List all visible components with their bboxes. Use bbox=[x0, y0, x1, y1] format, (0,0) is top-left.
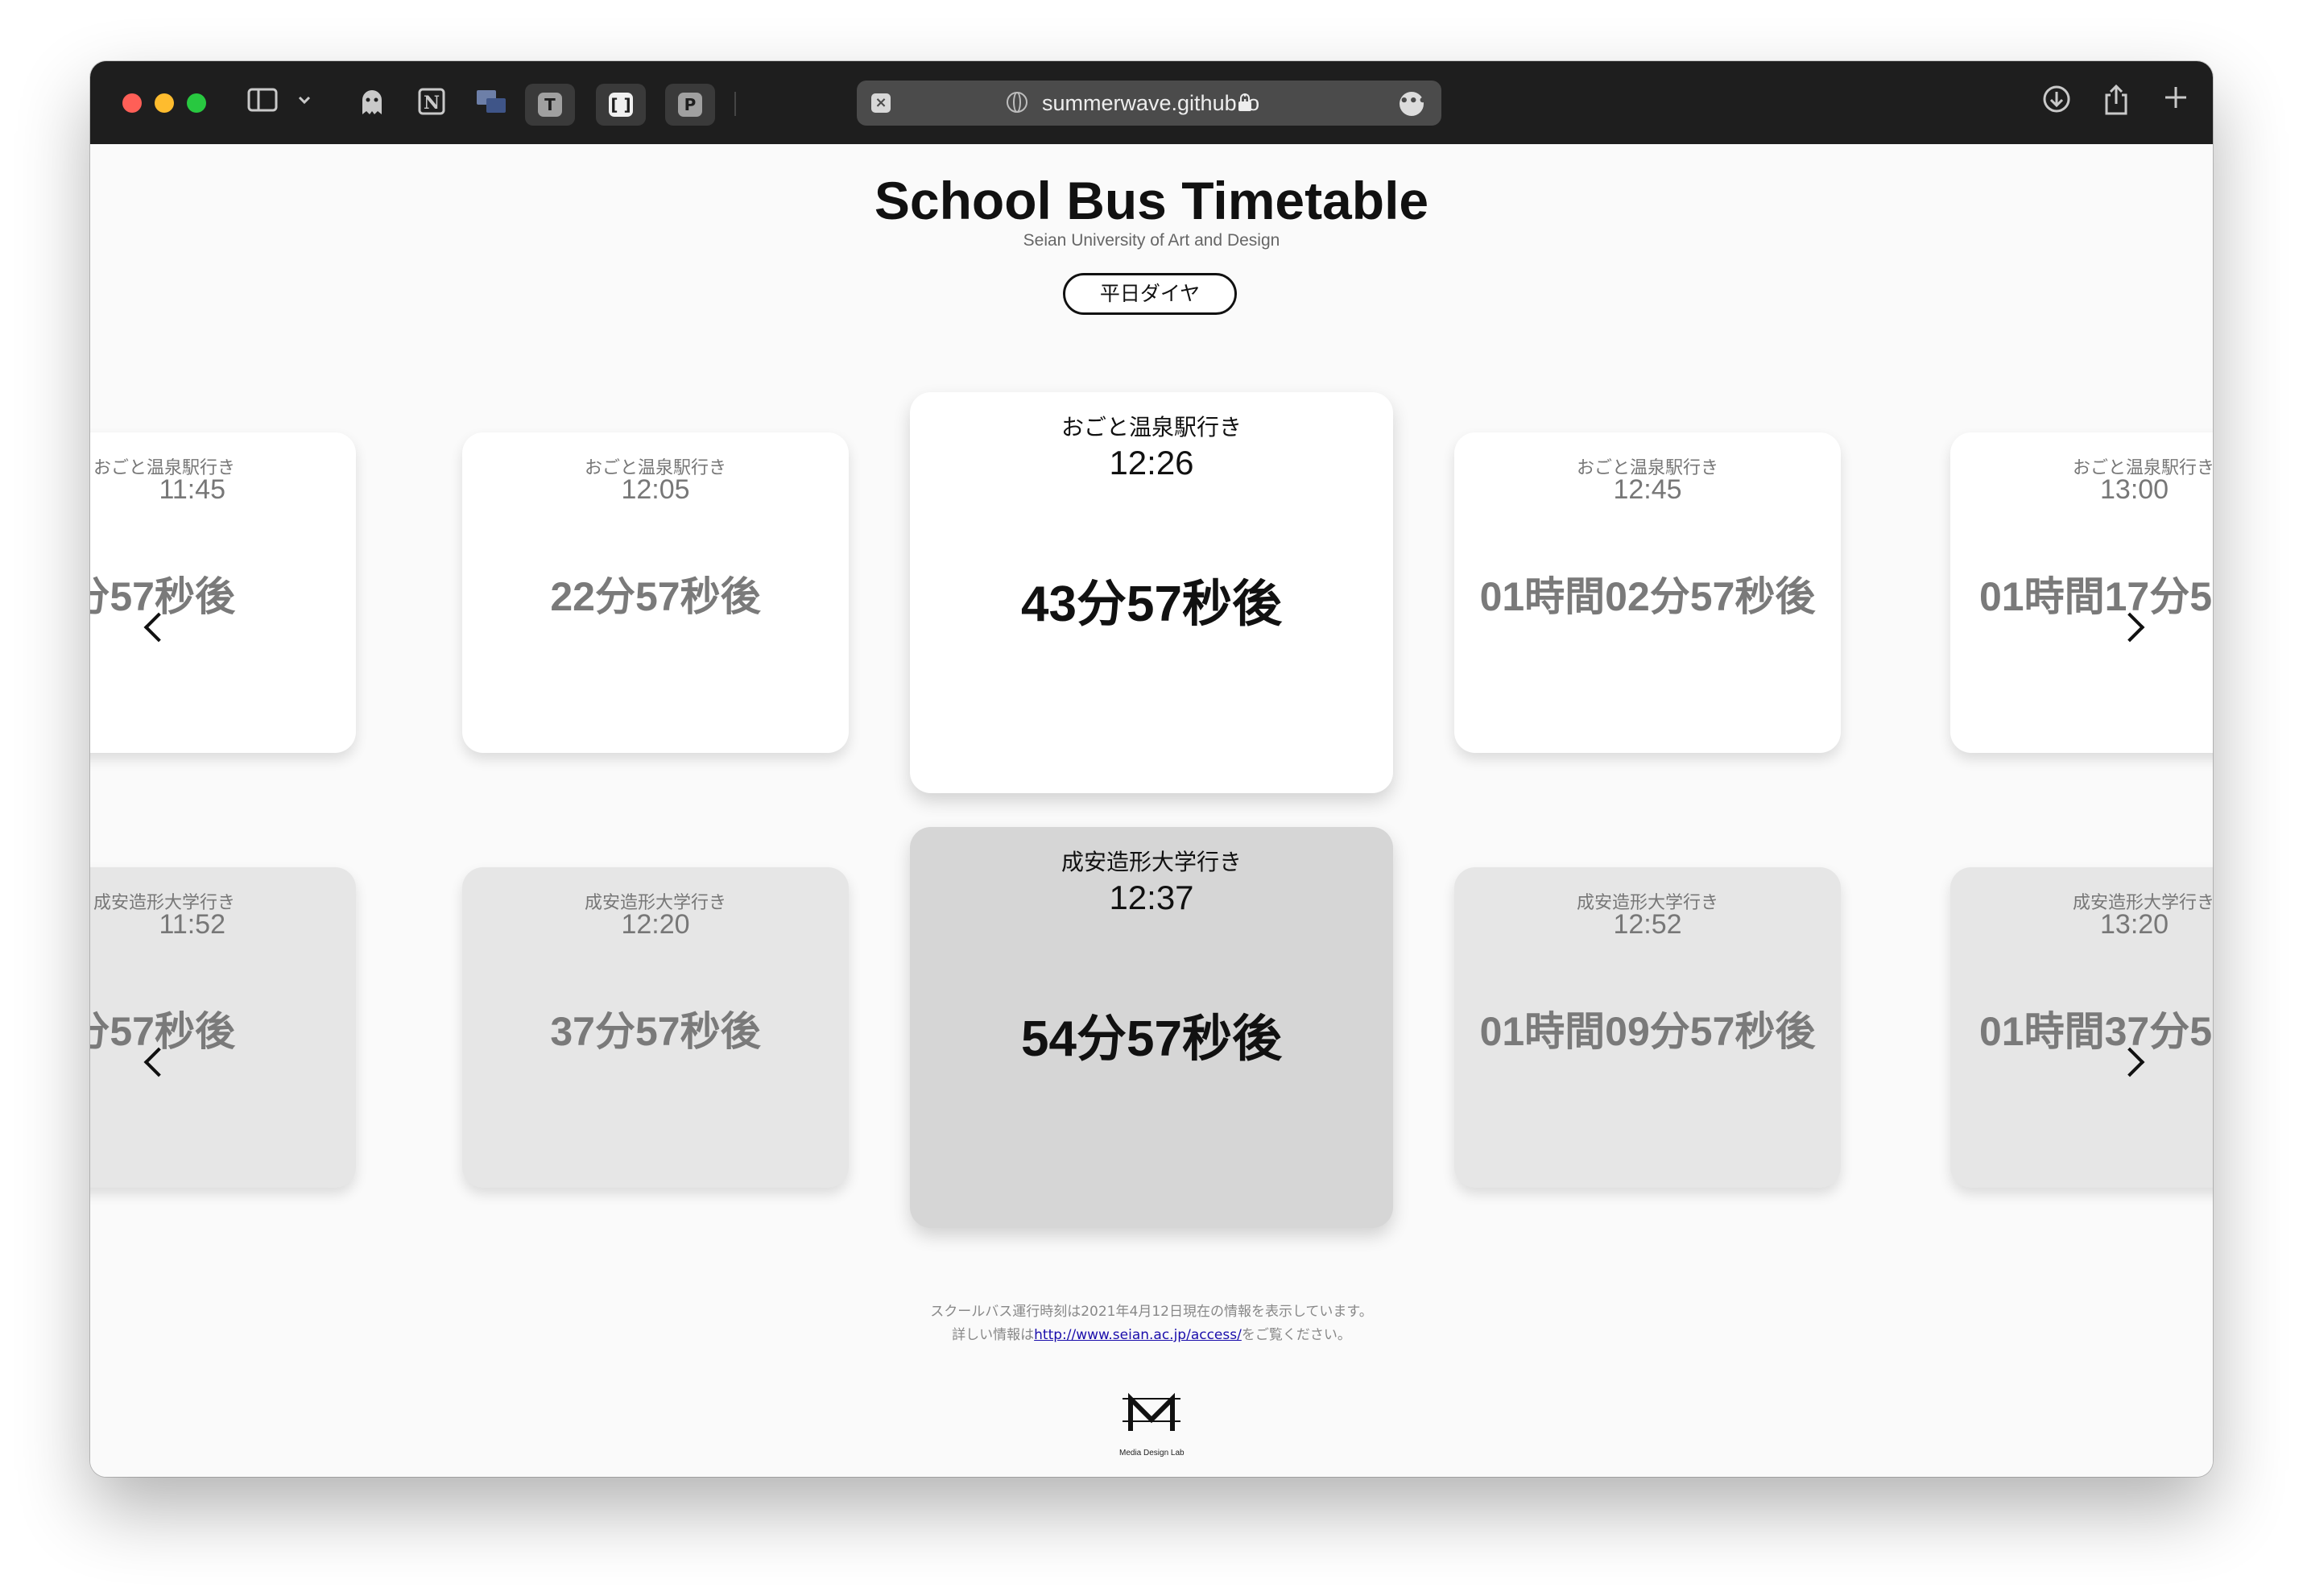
departure-time: 13:20 bbox=[2100, 909, 2169, 940]
departure-time: 12:52 bbox=[1613, 909, 1682, 940]
page-content: School Bus Timetable Seian University of… bbox=[90, 144, 2213, 1477]
svg-text:N: N bbox=[424, 93, 440, 114]
schedule-toggle-button[interactable]: 平日ダイヤ bbox=[1063, 273, 1237, 315]
bracket-extension-icon[interactable]: [ ] bbox=[596, 84, 646, 126]
countdown: 22分57秒後 bbox=[550, 574, 761, 619]
url-text[interactable]: summerwave.github.io bbox=[1042, 90, 1259, 116]
countdown: 43分57秒後 bbox=[1021, 577, 1282, 632]
countdown: 37分57秒後 bbox=[550, 1009, 761, 1054]
share-icon[interactable] bbox=[2098, 84, 2134, 125]
destination-label: おごと温泉駅行き bbox=[1061, 414, 1242, 440]
t-extension-icon[interactable]: T bbox=[525, 84, 575, 126]
notion-icon[interactable]: N bbox=[416, 87, 448, 119]
countdown: 01時間37分57秒後 bbox=[1979, 1009, 2213, 1054]
globe-icon bbox=[1007, 92, 1027, 113]
bus-card-current[interactable]: おごと温泉駅行き 12:26 43分57秒後 bbox=[910, 392, 1393, 793]
departure-time: 12:45 bbox=[1613, 474, 1682, 505]
bus-card[interactable]: 成安造形大学行き 13:20 01時間37分57秒後 bbox=[1950, 867, 2213, 1188]
download-icon[interactable] bbox=[2039, 84, 2074, 123]
destination-label: 成安造形大学行き bbox=[1061, 849, 1242, 875]
new-tab-icon[interactable] bbox=[2158, 84, 2193, 120]
close-window-button[interactable] bbox=[122, 93, 142, 113]
ghost-icon[interactable] bbox=[356, 87, 388, 119]
logo-caption: Media Design Lab bbox=[1119, 1449, 1185, 1457]
departure-time: 11:52 bbox=[159, 909, 225, 940]
bus-card[interactable]: 成安造形大学行き 12:20 37分57秒後 bbox=[462, 867, 849, 1188]
bus-card[interactable]: おごと温泉駅行き 12:45 01時間02分57秒後 bbox=[1454, 432, 1841, 753]
bus-card[interactable]: おごと温泉駅行き 12:05 22分57秒後 bbox=[462, 432, 849, 753]
p-extension-icon[interactable]: P bbox=[665, 84, 715, 126]
browser-toolbar: N T [ ] P × summerwave.github.io ••• bbox=[90, 61, 2213, 144]
more-options-icon[interactable]: ••• bbox=[1400, 92, 1428, 116]
bus-card[interactable]: 成安造形大学行き 12:52 01時間09分57秒後 bbox=[1454, 867, 1841, 1188]
countdown: 01時間17分57秒後 bbox=[1979, 574, 2213, 619]
departure-time: 12:05 bbox=[621, 474, 690, 505]
countdown: 01時間09分57秒後 bbox=[1479, 1009, 1816, 1054]
footer-info: 詳しい情報はhttp://www.seian.ac.jp/access/をご覧く… bbox=[90, 1323, 2213, 1343]
address-bar[interactable]: × summerwave.github.io ••• bbox=[857, 81, 1441, 126]
browser-window: N T [ ] P × summerwave.github.io ••• Sch… bbox=[90, 61, 2213, 1477]
bus-card[interactable]: おごと温泉駅行き 11:45 2分57秒後 bbox=[90, 432, 356, 753]
footer-prefix: 詳しい情報は bbox=[952, 1327, 1035, 1343]
lock-icon bbox=[1238, 93, 1251, 111]
zoom-window-button[interactable] bbox=[187, 93, 206, 113]
footer-suffix: をご覧ください。 bbox=[1241, 1327, 1351, 1343]
countdown: 01時間02分57秒後 bbox=[1479, 574, 1816, 619]
bus-card[interactable]: 成安造形大学行き 11:52 9分57秒後 bbox=[90, 867, 356, 1188]
minimize-window-button[interactable] bbox=[155, 93, 174, 113]
sidebar-toggle-icon[interactable] bbox=[246, 87, 279, 119]
departure-time: 12:20 bbox=[621, 909, 690, 940]
page-title: School Bus Timetable bbox=[874, 171, 1429, 230]
close-tab-icon[interactable]: × bbox=[871, 93, 891, 113]
departure-time: 12:26 bbox=[1109, 444, 1194, 482]
departure-time: 13:00 bbox=[2100, 474, 2169, 505]
access-link[interactable]: http://www.seian.ac.jp/access/ bbox=[1034, 1327, 1242, 1343]
page-subtitle: Seian University of Art and Design bbox=[1023, 231, 1280, 250]
countdown: 9分57秒後 bbox=[90, 1009, 235, 1054]
footer-note: スクールバス運行時刻は2021年4月12日現在の情報を表示しています。 bbox=[930, 1304, 1373, 1320]
bus-card-current[interactable]: 成安造形大学行き 12:37 54分57秒後 bbox=[910, 827, 1393, 1228]
window-icon[interactable] bbox=[475, 87, 507, 119]
countdown: 2分57秒後 bbox=[90, 574, 235, 619]
chevron-down-icon[interactable] bbox=[288, 87, 320, 119]
media-design-lab-logo: Media Design Lab bbox=[1119, 1384, 1185, 1457]
departure-time: 11:45 bbox=[159, 474, 225, 505]
bus-card[interactable]: おごと温泉駅行き 13:00 01時間17分57秒後 bbox=[1950, 432, 2213, 753]
departure-time: 12:37 bbox=[1109, 879, 1194, 916]
toolbar-divider bbox=[734, 92, 736, 116]
countdown: 54分57秒後 bbox=[1021, 1011, 1282, 1067]
